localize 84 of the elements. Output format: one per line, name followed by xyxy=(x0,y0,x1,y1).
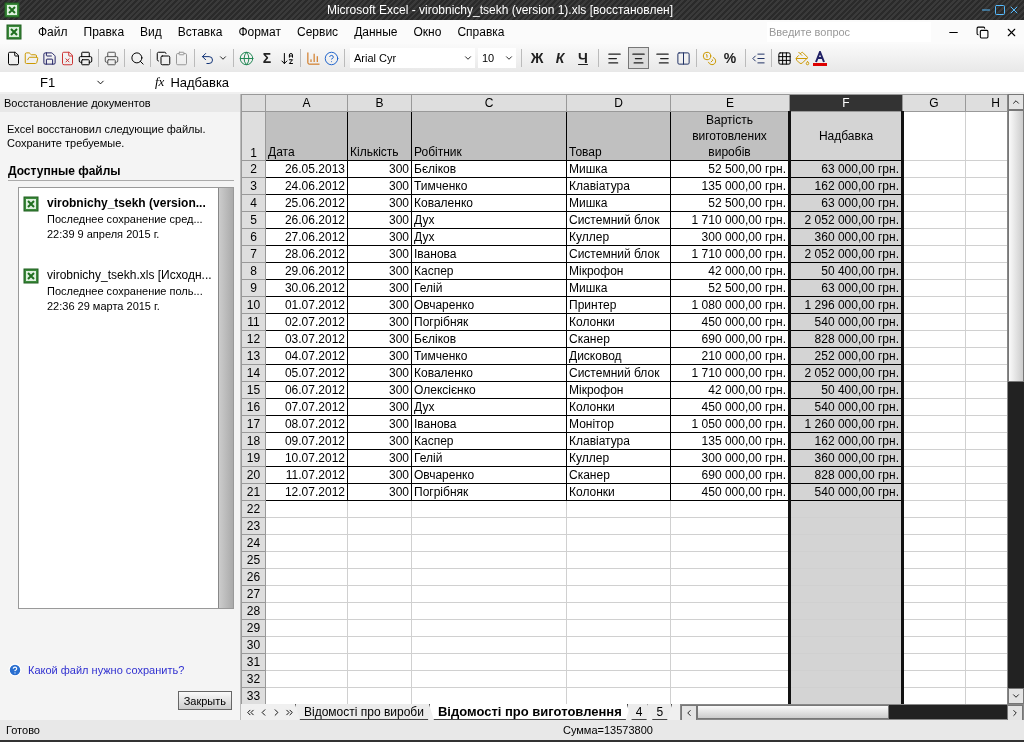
sheet-tab[interactable]: Відомості про виготовлення xyxy=(428,704,631,720)
name-box[interactable]: F1 xyxy=(0,73,110,91)
column-header[interactable]: H xyxy=(965,94,1007,112)
close-icon[interactable] xyxy=(1008,4,1020,16)
percent-button[interactable]: % xyxy=(720,47,740,69)
column-header[interactable]: D xyxy=(566,94,671,112)
caret-icon[interactable] xyxy=(504,53,514,63)
copy-icon[interactable] xyxy=(156,50,171,66)
table-header-cell: Товар xyxy=(566,111,671,161)
help-search-field[interactable]: Введите вопрос xyxy=(767,22,931,42)
sheet-tab[interactable]: Відомості про вироби xyxy=(295,704,433,720)
menu-item[interactable]: Сервис xyxy=(297,25,339,39)
bold-button[interactable]: Ж xyxy=(527,47,547,69)
vertical-scroll-bar[interactable] xyxy=(1007,94,1024,704)
table-header-cell: Надбавка xyxy=(789,111,903,161)
clipboard-icon[interactable] xyxy=(174,50,189,66)
restore-icon[interactable] xyxy=(976,25,989,39)
column-header[interactable]: E xyxy=(670,94,790,112)
column-header[interactable]: C xyxy=(411,94,567,112)
column-header[interactable]: G xyxy=(902,94,966,112)
indent-icon[interactable] xyxy=(751,50,766,66)
text-lines-icon xyxy=(631,50,646,66)
function-button[interactable]: fx xyxy=(155,74,165,90)
borders-icon[interactable] xyxy=(777,50,792,66)
menu-item[interactable]: Данные xyxy=(354,25,398,39)
font-size-field[interactable]: 10 xyxy=(478,48,516,68)
italic-button[interactable]: К xyxy=(550,47,570,69)
help-icon[interactable] xyxy=(324,50,339,66)
table-header-cell: Дата xyxy=(265,111,348,161)
column-header[interactable]: A xyxy=(265,94,348,112)
spreadsheet-file-icon xyxy=(23,268,39,284)
undo-icon[interactable] xyxy=(200,50,215,66)
maximize-icon[interactable] xyxy=(994,4,1006,16)
sheet-tab[interactable]: 5 xyxy=(647,704,673,720)
caret-icon[interactable] xyxy=(218,53,228,63)
file-time: 22:39 9 апреля 2015 г. xyxy=(47,228,161,240)
file-save-info: Последнее сохранение сред... xyxy=(47,213,204,225)
magnifier-icon[interactable] xyxy=(130,50,145,66)
blank-page-icon[interactable] xyxy=(6,50,21,66)
globe-icon[interactable] xyxy=(239,50,254,66)
close-button[interactable]: Закрыть xyxy=(177,691,232,710)
scroll-bar[interactable] xyxy=(218,188,233,608)
section-title: Доступные файлы xyxy=(8,164,234,181)
formula-field[interactable]: Надбавка xyxy=(170,74,230,90)
sort-icon[interactable] xyxy=(280,50,295,66)
font-color-icon[interactable] xyxy=(813,50,827,66)
menu-item[interactable]: Окно xyxy=(413,25,442,39)
spreadsheet-file-icon xyxy=(4,2,20,18)
caret-icon[interactable] xyxy=(463,53,473,63)
file-name[interactable]: virobnichy_tsekh.xls [Исходн... xyxy=(47,268,212,282)
text-lines-icon xyxy=(655,50,670,66)
pane-title: Восстановление документов xyxy=(0,94,240,112)
file-name[interactable]: virobnichy_tsekh (version... xyxy=(47,196,206,210)
menu-item[interactable]: Файл xyxy=(38,25,68,39)
pane-message: Excel восстановил следующие файлы. Сохраните требуемые. xyxy=(6,122,207,150)
menu-item[interactable]: Справка xyxy=(457,25,505,39)
file-time: 22:36 29 марта 2015 г. xyxy=(47,300,161,312)
bar-chart-icon[interactable] xyxy=(306,50,321,66)
text-lines-icon xyxy=(607,50,622,66)
horizontal-scroll-bar[interactable] xyxy=(680,704,1024,720)
spreadsheet-file-icon xyxy=(23,196,39,212)
column-header[interactable]: B xyxy=(347,94,412,112)
status-text: Готово xyxy=(6,724,40,736)
column-header[interactable]: F xyxy=(789,94,903,112)
file-save-info: Последнее сохранение поль... xyxy=(47,285,204,297)
table-header-cell: Вартість виготовлених виробів xyxy=(670,111,790,161)
printer-icon[interactable] xyxy=(78,50,93,66)
menu-item[interactable]: Формат xyxy=(238,25,282,39)
menu-item[interactable]: Вставка xyxy=(177,25,223,39)
sum-button[interactable]: Σ xyxy=(257,47,277,69)
help-link[interactable]: Какой файл нужно сохранить? xyxy=(28,664,185,676)
spreadsheet-file-icon xyxy=(6,24,22,40)
status-sum: Сумма=13573800 xyxy=(562,724,653,736)
merge-cells-icon[interactable] xyxy=(676,50,691,66)
page-x-icon[interactable] xyxy=(60,50,75,66)
table-header-cell: Робітник xyxy=(411,111,567,161)
menu-item[interactable]: Правка xyxy=(83,25,125,39)
font-name-field[interactable]: Arial Cyr xyxy=(350,48,475,68)
table-header-cell: Кількість xyxy=(347,111,412,161)
menu-item[interactable]: Вид xyxy=(140,25,162,39)
align-center-button[interactable] xyxy=(628,47,649,69)
row-header[interactable]: 1 xyxy=(241,111,266,161)
underline-button[interactable]: Ч xyxy=(573,47,593,69)
window-title: Microsoft Excel - virobnichy_tsekh (version 1).xls [восстановлен] xyxy=(326,3,674,17)
